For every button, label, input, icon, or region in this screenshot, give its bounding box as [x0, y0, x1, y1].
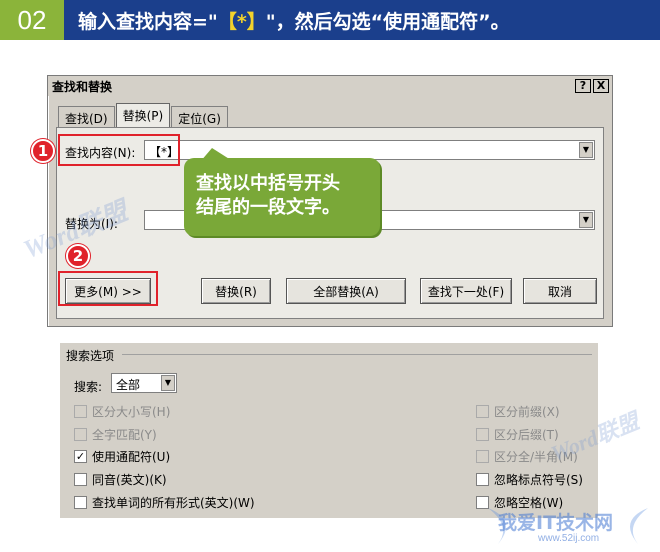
checkbox-label: 忽略标点符号(S) — [494, 473, 583, 487]
cancel-button[interactable]: 取消 — [523, 278, 597, 304]
close-button[interactable]: X — [593, 79, 609, 93]
search-direction-select[interactable]: 全部 ▼ — [111, 373, 177, 393]
search-options-panel: 搜索选项 搜索: 全部 ▼ 区分大小写(H) 全字匹配(Y) ✓ 使用通配符(U)… — [60, 343, 598, 518]
marker-1: 1 — [31, 139, 55, 163]
checkbox-label: 区分大小写(H) — [92, 405, 171, 419]
search-direction-value: 全部 — [116, 378, 141, 392]
replace-all-button[interactable]: 全部替换(A) — [286, 278, 406, 304]
checkbox-sounds-like[interactable]: 同音(英文)(K) — [74, 471, 167, 488]
checkbox-ignore-punctuation[interactable]: 忽略标点符号(S) — [476, 471, 583, 488]
site-logo-text: 我爱IT技术网 — [498, 512, 614, 534]
banner-instruction: 输入查找内容="【*】"，然后勾选“使用通配符”。 — [64, 7, 510, 34]
search-label: 搜索: — [74, 380, 103, 394]
find-dropdown-arrow-icon[interactable]: ▼ — [579, 142, 593, 158]
tab-find[interactable]: 查找(D) — [58, 106, 115, 127]
callout-line-2: 结尾的一段文字。 — [196, 197, 340, 218]
checkbox-label: 全字匹配(Y) — [92, 428, 157, 442]
checkbox-whole-word[interactable]: 全字匹配(Y) — [74, 426, 157, 443]
step-banner: 02 输入查找内容="【*】"，然后勾选“使用通配符”。 — [0, 0, 660, 40]
checkbox-icon[interactable] — [476, 473, 489, 486]
dialog-tabs: 查找(D) 替换(P) 定位(G) — [58, 103, 229, 127]
checkbox-match-prefix[interactable]: 区分前缀(X) — [476, 403, 560, 420]
checkbox-icon[interactable] — [476, 428, 489, 441]
checkbox-label: 区分前缀(X) — [494, 405, 560, 419]
checkbox-icon[interactable] — [74, 473, 87, 486]
checkbox-all-word-forms[interactable]: 查找单词的所有形式(英文)(W) — [74, 494, 255, 511]
tab-replace[interactable]: 替换(P) — [115, 103, 171, 127]
replace-dropdown-arrow-icon[interactable]: ▼ — [579, 212, 593, 228]
checkbox-icon[interactable] — [74, 405, 87, 418]
dialog-title: 查找和替换 — [52, 79, 113, 94]
checkbox-label: 同音(英文)(K) — [92, 473, 167, 487]
site-url: www.52ij.com — [538, 533, 600, 544]
checkmark-icon[interactable]: ✓ — [74, 450, 87, 463]
checkbox-icon[interactable] — [476, 405, 489, 418]
dialog-titlebar: 查找和替换 ? X — [48, 76, 612, 96]
tab-goto[interactable]: 定位(G) — [171, 106, 228, 127]
checkbox-icon[interactable] — [476, 450, 489, 463]
find-next-button[interactable]: 查找下一处(F) — [420, 278, 512, 304]
checkbox-icon[interactable] — [74, 428, 87, 441]
banner-text-after: "，然后勾选“使用通配符”。 — [265, 10, 510, 33]
checkbox-use-wildcards[interactable]: ✓ 使用通配符(U) — [74, 448, 170, 465]
callout-bubble: 查找以中括号开头 结尾的一段文字。 — [184, 158, 380, 236]
highlight-find-label — [58, 134, 180, 166]
banner-text-before: 输入查找内容=" — [78, 10, 218, 33]
banner-text-highlight: 【*】 — [217, 10, 266, 33]
help-button[interactable]: ? — [575, 79, 591, 93]
checkbox-label: 使用通配符(U) — [92, 450, 171, 464]
search-options-divider — [122, 354, 592, 355]
checkbox-icon[interactable] — [74, 496, 87, 509]
replace-button[interactable]: 替换(R) — [201, 278, 271, 304]
site-logo: 我爱IT技术网 www.52ij.com — [478, 500, 658, 548]
search-options-title: 搜索选项 — [66, 349, 115, 363]
checkbox-match-case[interactable]: 区分大小写(H) — [74, 403, 170, 420]
highlight-more-button — [58, 271, 158, 306]
callout-line-1: 查找以中括号开头 — [196, 173, 340, 194]
search-dropdown-arrow-icon[interactable]: ▼ — [161, 375, 175, 391]
checkbox-label: 查找单词的所有形式(英文)(W) — [92, 496, 255, 510]
step-number: 02 — [0, 0, 64, 40]
